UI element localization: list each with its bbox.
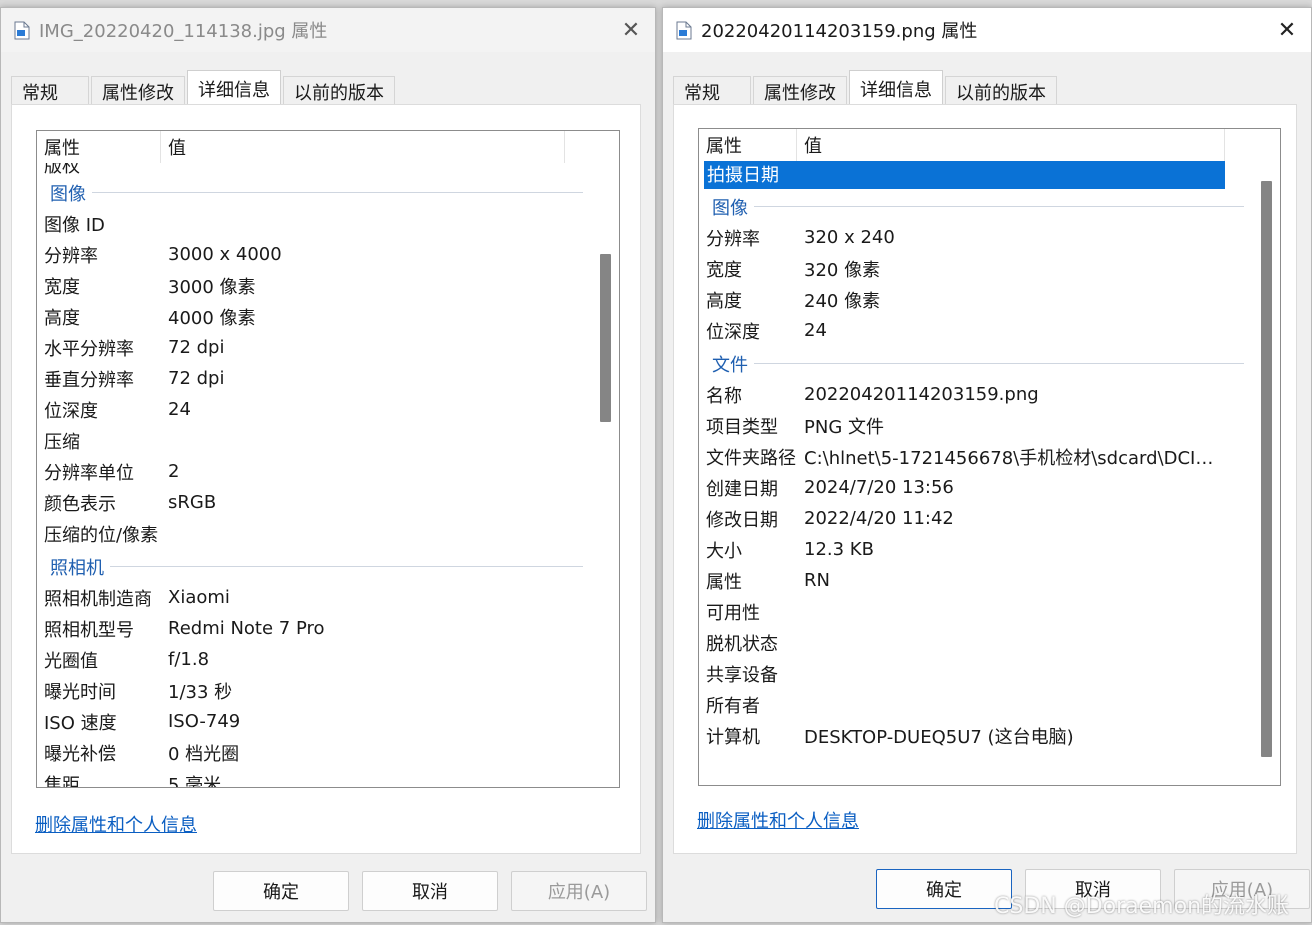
list-item[interactable]: 宽度 320 像素	[699, 253, 1254, 284]
ok-button[interactable]: 确定	[876, 869, 1012, 909]
column-header-value[interactable]: 值	[797, 129, 1225, 161]
list-item[interactable]: 位深度 24	[37, 394, 593, 425]
property-list[interactable]: 版权 图像 图像 ID 分辨率 3000 x 4000 宽度 3000 像素 高度 4…	[36, 130, 620, 788]
remove-properties-link[interactable]: 删除属性和个人信息	[697, 807, 859, 833]
list-item[interactable]: 颜色表示 sRGB	[37, 487, 593, 518]
list-item[interactable]: 宽度 3000 像素	[37, 270, 593, 301]
title-bar: IMG_20220420_114138.jpg 属性 ✕	[1, 8, 655, 52]
close-icon[interactable]: ✕	[613, 12, 649, 48]
title-bar: 20220420114203159.png 属性 ✕	[663, 8, 1311, 52]
vertical-scrollbar[interactable]	[593, 131, 619, 787]
list-item[interactable]: ISO 速度 ISO-749	[37, 706, 593, 737]
tab-previous-versions[interactable]: 以前的版本	[283, 76, 395, 106]
tab-general[interactable]: 常规	[673, 76, 751, 106]
close-icon[interactable]: ✕	[1269, 12, 1305, 48]
list-item[interactable]: 可用性	[699, 596, 1254, 627]
list-item[interactable]: 脱机状态	[699, 627, 1254, 658]
property-list[interactable]: 拍摄日期 图像 分辨率 320 x 240 宽度 320 像素 高度 240 像素 位…	[698, 128, 1281, 786]
list-item[interactable]: 项目类型 PNG 文件	[699, 410, 1254, 441]
tab-previous-versions[interactable]: 以前的版本	[945, 76, 1057, 106]
file-icon	[675, 20, 693, 40]
list-item[interactable]: 修改日期 2022/4/20 11:42	[699, 503, 1254, 534]
details-panel: 版权 图像 图像 ID 分辨率 3000 x 4000 宽度 3000 像素 高度 4…	[11, 104, 641, 854]
scrollbar-thumb[interactable]	[1261, 181, 1272, 757]
vertical-scrollbar[interactable]	[1254, 129, 1280, 785]
remove-properties-link[interactable]: 删除属性和个人信息	[35, 811, 197, 837]
list-item[interactable]: 属性 RN	[699, 565, 1254, 596]
list-item[interactable]: 照相机型号 Redmi Note 7 Pro	[37, 613, 593, 644]
list-item[interactable]: 分辨率 3000 x 4000	[37, 239, 593, 270]
list-item[interactable]: 分辨率 320 x 240	[699, 222, 1254, 253]
properties-dialog-jpg: IMG_20220420_114138.jpg 属性 ✕ 常规 属性修改 详细信…	[0, 7, 656, 923]
list-item[interactable]: 光圈值 f/1.8	[37, 644, 593, 675]
group-header-image: 图像	[37, 177, 593, 208]
list-item[interactable]: 大小 12.3 KB	[699, 534, 1254, 565]
window-title: 20220420114203159.png 属性	[701, 21, 978, 42]
column-header-name[interactable]: 属性	[699, 129, 797, 161]
list-item[interactable]: 压缩的位/像素	[37, 518, 593, 549]
scrollbar-thumb[interactable]	[600, 254, 611, 422]
list-item[interactable]: 高度 4000 像素	[37, 301, 593, 332]
group-header-image: 图像	[699, 191, 1254, 222]
tab-general[interactable]: 常规	[11, 76, 89, 106]
list-item[interactable]: 照相机制造商 Xiaomi	[37, 582, 593, 613]
list-item[interactable]: 所有者	[699, 689, 1254, 720]
tab-strip: 常规 属性修改 详细信息 以前的版本	[11, 68, 397, 106]
list-item[interactable]: 分辨率单位 2	[37, 456, 593, 487]
tab-details[interactable]: 详细信息	[849, 70, 943, 106]
column-header-value[interactable]: 值	[161, 131, 565, 163]
list-item[interactable]: 曝光时间 1/33 秒	[37, 675, 593, 706]
list-item[interactable]: 计算机 DESKTOP-DUEQ5U7 (这台电脑)	[699, 720, 1254, 751]
details-panel: 拍摄日期 图像 分辨率 320 x 240 宽度 320 像素 高度 240 像素 位…	[673, 104, 1297, 854]
list-item[interactable]: 高度 240 像素	[699, 284, 1254, 315]
column-header-name[interactable]: 属性	[37, 131, 161, 163]
list-item[interactable]: 名称 20220420114203159.png	[699, 379, 1254, 410]
tab-details[interactable]: 详细信息	[187, 70, 281, 106]
tab-modify[interactable]: 属性修改	[91, 76, 185, 106]
properties-dialog-png: 20220420114203159.png 属性 ✕ 常规 属性修改 详细信息 …	[662, 7, 1312, 923]
watermark: CSDN @Doraemon的流水账	[994, 894, 1290, 919]
cancel-button[interactable]: 取消	[362, 871, 498, 911]
list-item[interactable]: 垂直分辨率 72 dpi	[37, 363, 593, 394]
list-item[interactable]: 共享设备	[699, 658, 1254, 689]
list-header: 属性 值	[699, 129, 1225, 161]
list-item[interactable]: 压缩	[37, 425, 593, 456]
list-item[interactable]: 焦距 5 毫米	[37, 768, 593, 788]
property-rows: 版权 图像 图像 ID 分辨率 3000 x 4000 宽度 3000 像素 高度 4…	[37, 131, 593, 787]
list-header: 属性 值	[37, 131, 591, 163]
list-item[interactable]: 创建日期 2024/7/20 13:56	[699, 472, 1254, 503]
list-item[interactable]: 位深度 24	[699, 315, 1254, 346]
apply-button[interactable]: 应用(A)	[511, 871, 647, 911]
list-item[interactable]: 文件夹路径 C:\hlnet\5-1721456678\手机检材\sdcard\D…	[699, 441, 1254, 472]
list-item[interactable]: 水平分辨率 72 dpi	[37, 332, 593, 363]
window-title: IMG_20220420_114138.jpg 属性	[39, 21, 328, 42]
tab-modify[interactable]: 属性修改	[753, 76, 847, 106]
list-item[interactable]: 图像 ID	[37, 208, 593, 239]
list-item-selected[interactable]: 拍摄日期	[704, 159, 1225, 189]
tab-strip: 常规 属性修改 详细信息 以前的版本	[673, 68, 1059, 106]
list-item[interactable]: 曝光补偿 0 档光圈	[37, 737, 593, 768]
group-header-camera: 照相机	[37, 551, 593, 582]
property-rows: 拍摄日期 图像 分辨率 320 x 240 宽度 320 像素 高度 240 像素 位…	[699, 129, 1254, 785]
ok-button[interactable]: 确定	[213, 871, 349, 911]
group-header-file: 文件	[699, 348, 1254, 379]
file-icon	[13, 20, 31, 40]
